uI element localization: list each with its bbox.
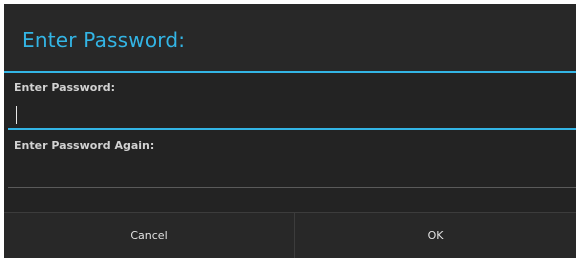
cancel-button[interactable]: Cancel [4,213,294,258]
dialog-title-bar: Enter Password: [4,4,576,71]
password-input-underline [8,128,576,130]
password-label: Enter Password: [14,81,116,94]
password-again-input[interactable] [8,158,576,184]
password-dialog: Enter Password: Enter Password: Enter Pa… [4,4,576,258]
password-again-input-underline [8,187,576,188]
dialog-title: Enter Password: [22,28,186,52]
ok-button[interactable]: OK [295,213,576,258]
password-again-label: Enter Password Again: [14,139,155,152]
dialog-body: Enter Password: Enter Password Again: [4,73,576,212]
password-input[interactable] [8,100,576,126]
dialog-button-bar: Cancel OK [4,212,576,258]
text-caret [16,106,17,124]
